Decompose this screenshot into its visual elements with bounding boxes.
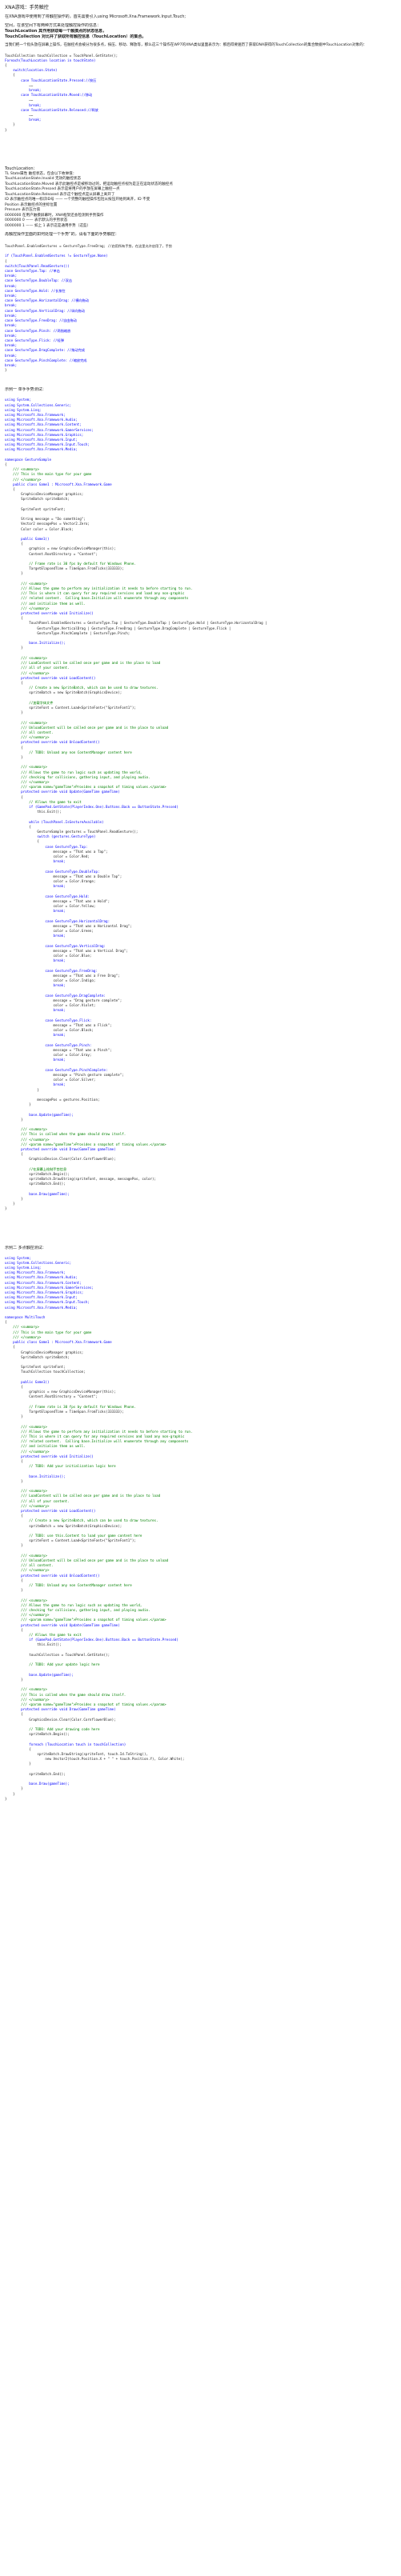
example1-heading: 示例一 单手手势测试： bbox=[5, 387, 46, 393]
document-page: XNA游戏：手势触控 在XNA游戏中使用到了将触控操作的，首先需要引入using… bbox=[0, 0, 401, 2576]
intro-section: 在XNA游戏中使用到了将触控操作的，首先需要引入using Microsoft.… bbox=[5, 14, 396, 49]
touchlocation-section: TouchLocation： TL State属性 触控状态，包含以下枚举值： T… bbox=[5, 166, 396, 238]
example1-code-line: } bbox=[5, 1206, 7, 1211]
intro-line: TouchCollection 对比并了获取所有触控信息（TouchLocati… bbox=[5, 34, 146, 39]
example2-heading: 示例二 多点触控测试： bbox=[5, 1245, 46, 1250]
section-heading: TouchLocation： bbox=[5, 166, 38, 171]
code-block-example2: using System; using System.Collections.Ge… bbox=[5, 1256, 396, 1802]
example2-code-line: } bbox=[5, 1796, 7, 1801]
section-text: 再触控操作里面的如何处理一个手势“的，请看下面的手势触控： bbox=[5, 232, 119, 238]
code-block-gesture: if (TouchPanel.EnabledGestures != Gestur… bbox=[5, 254, 396, 373]
page-title: XNA游戏：手势触控 bbox=[5, 5, 49, 10]
gesture-code-line: } bbox=[5, 368, 7, 373]
intro-line: 在XNA游戏中使用到了将触控操作的，首先需要引入using Microsoft.… bbox=[5, 14, 186, 19]
code-block-example1: using System; using System.Collections.Ge… bbox=[5, 398, 396, 1211]
intro-line: 空间，在该空间下有两种方式来处理触控操作的信息： bbox=[5, 23, 102, 28]
code-block-touch: TouchCollection touchCollection = TouchP… bbox=[5, 54, 396, 133]
code1-line: } bbox=[5, 127, 7, 132]
intro-paragraph: 当我们把一个指头放在屏幕上操作，在触控点会被分为很多点，按压、移动、释放等，那么… bbox=[5, 43, 367, 47]
intro-line: TouchLocation 其作用获取每一个触摸点的状态信息， bbox=[5, 29, 107, 34]
